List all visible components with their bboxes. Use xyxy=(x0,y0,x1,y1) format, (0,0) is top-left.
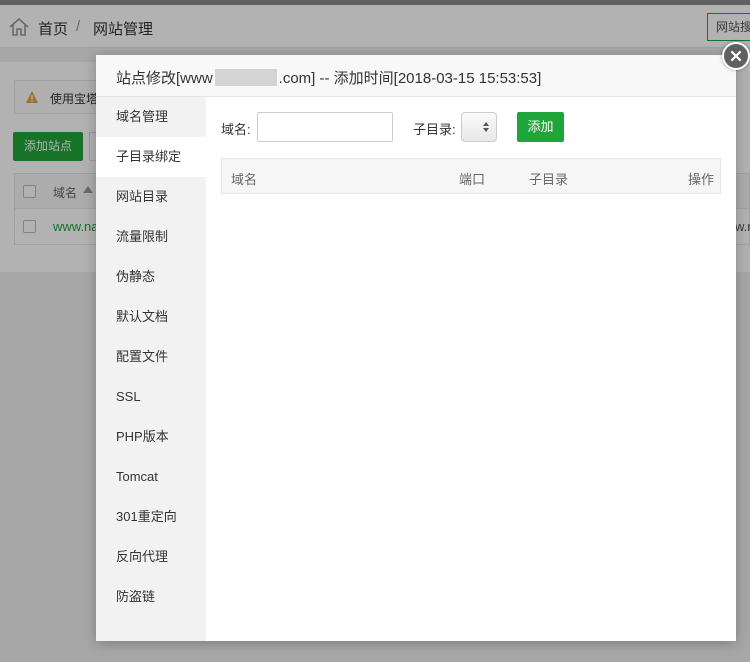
nav-traffic-limit[interactable]: 流量限制 xyxy=(96,217,206,257)
add-binding-button[interactable]: 添加 xyxy=(517,112,564,142)
nav-reverse-proxy[interactable]: 反向代理 xyxy=(96,537,206,577)
nav-config-file[interactable]: 配置文件 xyxy=(96,337,206,377)
subdir-label: 子目录: xyxy=(413,122,456,137)
nav-domain-manage[interactable]: 域名管理 xyxy=(96,97,206,137)
th-action: 操作 xyxy=(688,172,715,187)
domain-label: 域名: xyxy=(221,122,251,137)
nav-site-dir[interactable]: 网站目录 xyxy=(96,177,206,217)
subdir-select[interactable] xyxy=(461,112,497,142)
dialog-side-nav: 域名管理 子目录绑定 网站目录 流量限制 伪静态 默认文档 配置文件 SSL P… xyxy=(96,97,206,641)
th-port: 端口 xyxy=(459,172,486,187)
select-arrows-icon xyxy=(483,122,489,132)
dialog-header: 站点修改[www .com] -- 添加时间[2018-03-15 15:53:5… xyxy=(96,55,736,97)
domain-input[interactable] xyxy=(257,112,393,142)
nav-ssl[interactable]: SSL xyxy=(96,377,206,417)
dialog-title: 站点修改[www .com] -- 添加时间[2018-03-15 15:53:5… xyxy=(116,67,541,88)
nav-hotlink-protect[interactable]: 防盗链 xyxy=(96,577,206,617)
site-edit-dialog: 站点修改[www .com] -- 添加时间[2018-03-15 15:53:5… xyxy=(96,55,736,641)
th-domain: 域名 xyxy=(231,172,258,187)
nav-subdir-bind[interactable]: 子目录绑定 xyxy=(96,137,206,177)
close-icon xyxy=(730,50,742,62)
binding-table-header: 域名 端口 子目录 操作 xyxy=(221,158,721,194)
nav-php-version[interactable]: PHP版本 xyxy=(96,417,206,457)
nav-redirect-301[interactable]: 301重定向 xyxy=(96,497,206,537)
redacted-block xyxy=(214,69,277,86)
subdir-bind-panel: 域名: 子目录: 添加 域名 端口 子目录 操作 xyxy=(206,97,736,641)
nav-default-doc[interactable]: 默认文档 xyxy=(96,297,206,337)
title-prefix: 站点修改[www xyxy=(116,70,213,87)
nav-rewrite[interactable]: 伪静态 xyxy=(96,257,206,297)
close-dialog-button[interactable] xyxy=(722,42,750,70)
nav-tomcat[interactable]: Tomcat xyxy=(96,457,206,497)
th-subdir: 子目录 xyxy=(529,172,569,187)
title-suffix: .com] -- 添加时间[2018-03-15 15:53:53] xyxy=(278,70,542,87)
